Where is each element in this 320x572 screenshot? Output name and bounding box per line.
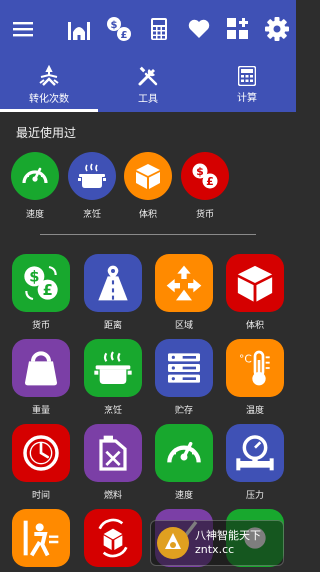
widgets-icon[interactable] — [223, 14, 253, 44]
grid-item-cooking-label: 烹饪 — [103, 406, 122, 416]
fuel-can-icon — [99, 435, 127, 471]
grid-item-cooking[interactable] — [84, 339, 142, 397]
settings-icon[interactable] — [262, 14, 292, 44]
cooking-pot-icon — [94, 351, 132, 384]
grid-item-pressure-label: 压力 — [245, 491, 264, 501]
grid-item-fuel-label: 燃料 — [103, 491, 122, 501]
grid-item-area[interactable] — [155, 254, 213, 312]
app-toolbar: $ £ — [0, 0, 296, 58]
grid-item-distance-label: 距离 — [103, 321, 122, 331]
grid-item-force[interactable] — [12, 509, 70, 567]
grid-item-volume[interactable] — [226, 254, 284, 312]
grid-item-weight[interactable] — [12, 339, 70, 397]
tab-bar: 转化次数 工具 计算 — [0, 58, 296, 112]
grid-item-time[interactable] — [12, 424, 70, 482]
svg-text:£: £ — [43, 282, 53, 299]
watermark-text: 八神智能天下 — [195, 529, 261, 542]
area-arrows-icon — [166, 265, 202, 301]
speedometer-icon — [22, 167, 48, 184]
grid-item-speed-label: 速度 — [174, 491, 193, 501]
currency-exchange-icon[interactable]: $ £ — [104, 14, 134, 44]
grid-item-speed[interactable] — [155, 424, 213, 482]
svg-text:$: $ — [111, 20, 118, 31]
grid-item-fuel[interactable] — [84, 424, 142, 482]
grid-item-storage-label: 贮存 — [174, 406, 193, 416]
svg-text:£: £ — [206, 175, 214, 188]
recent-item-speed[interactable] — [11, 152, 59, 200]
section-divider — [40, 234, 256, 235]
heart-icon[interactable] — [184, 14, 214, 44]
tab-calculate[interactable]: 计算 — [198, 58, 296, 112]
menu-icon[interactable] — [8, 14, 38, 44]
recent-item-cooking[interactable] — [68, 152, 116, 200]
speedometer-icon — [167, 441, 201, 463]
recent-item-currency-label: 货币 — [195, 210, 214, 220]
watermark-logo-icon — [157, 527, 189, 559]
grid-item-temperature[interactable]: °C — [226, 339, 284, 397]
grid-item-distance[interactable] — [84, 254, 142, 312]
storage-icon — [168, 353, 200, 383]
svg-text:°C: °C — [239, 353, 252, 366]
tab-tools[interactable]: 工具 — [99, 58, 197, 112]
recent-section-title: 最近使用过 — [16, 126, 77, 140]
road-icon — [98, 265, 128, 301]
thermometer-icon: °C — [239, 350, 270, 386]
grid-item-weight-label: 重量 — [31, 406, 50, 416]
cube-icon — [136, 164, 160, 189]
svg-text:$: $ — [196, 165, 204, 178]
tab-conversions-label: 转化次数 — [29, 94, 69, 105]
tab-indicator — [0, 109, 98, 112]
grid-item-volume-label: 体积 — [245, 321, 264, 331]
svg-text:$: $ — [29, 269, 39, 286]
tab-conversions[interactable]: 转化次数 — [0, 58, 98, 112]
tab-calculate-label: 计算 — [237, 93, 257, 104]
currency-icon: $£ — [192, 163, 218, 189]
grid-item-rotate[interactable] — [84, 509, 142, 567]
tab-tools-label: 工具 — [138, 94, 158, 105]
grid-item-currency-label: 货币 — [31, 321, 50, 331]
mosque-icon[interactable] — [64, 14, 94, 44]
calculator-icon — [238, 66, 256, 86]
conversions-icon — [39, 65, 59, 86]
clock-icon — [23, 435, 59, 471]
weight-icon — [25, 351, 57, 386]
grid-item-time-label: 时间 — [31, 491, 50, 501]
recent-item-volume[interactable] — [124, 152, 172, 200]
cooking-pot-icon — [78, 163, 106, 188]
force-icon — [23, 520, 59, 557]
svg-text:£: £ — [121, 30, 128, 41]
grid-item-temperature-label: 温度 — [245, 406, 264, 416]
rotate-cube-icon — [98, 518, 128, 558]
pressure-gauge-icon — [236, 435, 274, 471]
grid-item-pressure[interactable] — [226, 424, 284, 482]
grid-item-area-label: 区域 — [174, 321, 193, 331]
tools-icon — [138, 66, 158, 86]
grid-item-storage[interactable] — [155, 339, 213, 397]
currency-icon: $£ — [24, 265, 58, 301]
grid-item-currency[interactable]: $ £ — [12, 254, 70, 312]
recent-item-currency[interactable]: $ £ — [181, 152, 229, 200]
watermark-overlay: 八神智能天下 zntx.cc — [150, 520, 284, 566]
watermark-url: zntx.cc — [195, 543, 235, 556]
calculator-icon[interactable] — [144, 14, 174, 44]
cube-icon — [237, 265, 273, 302]
